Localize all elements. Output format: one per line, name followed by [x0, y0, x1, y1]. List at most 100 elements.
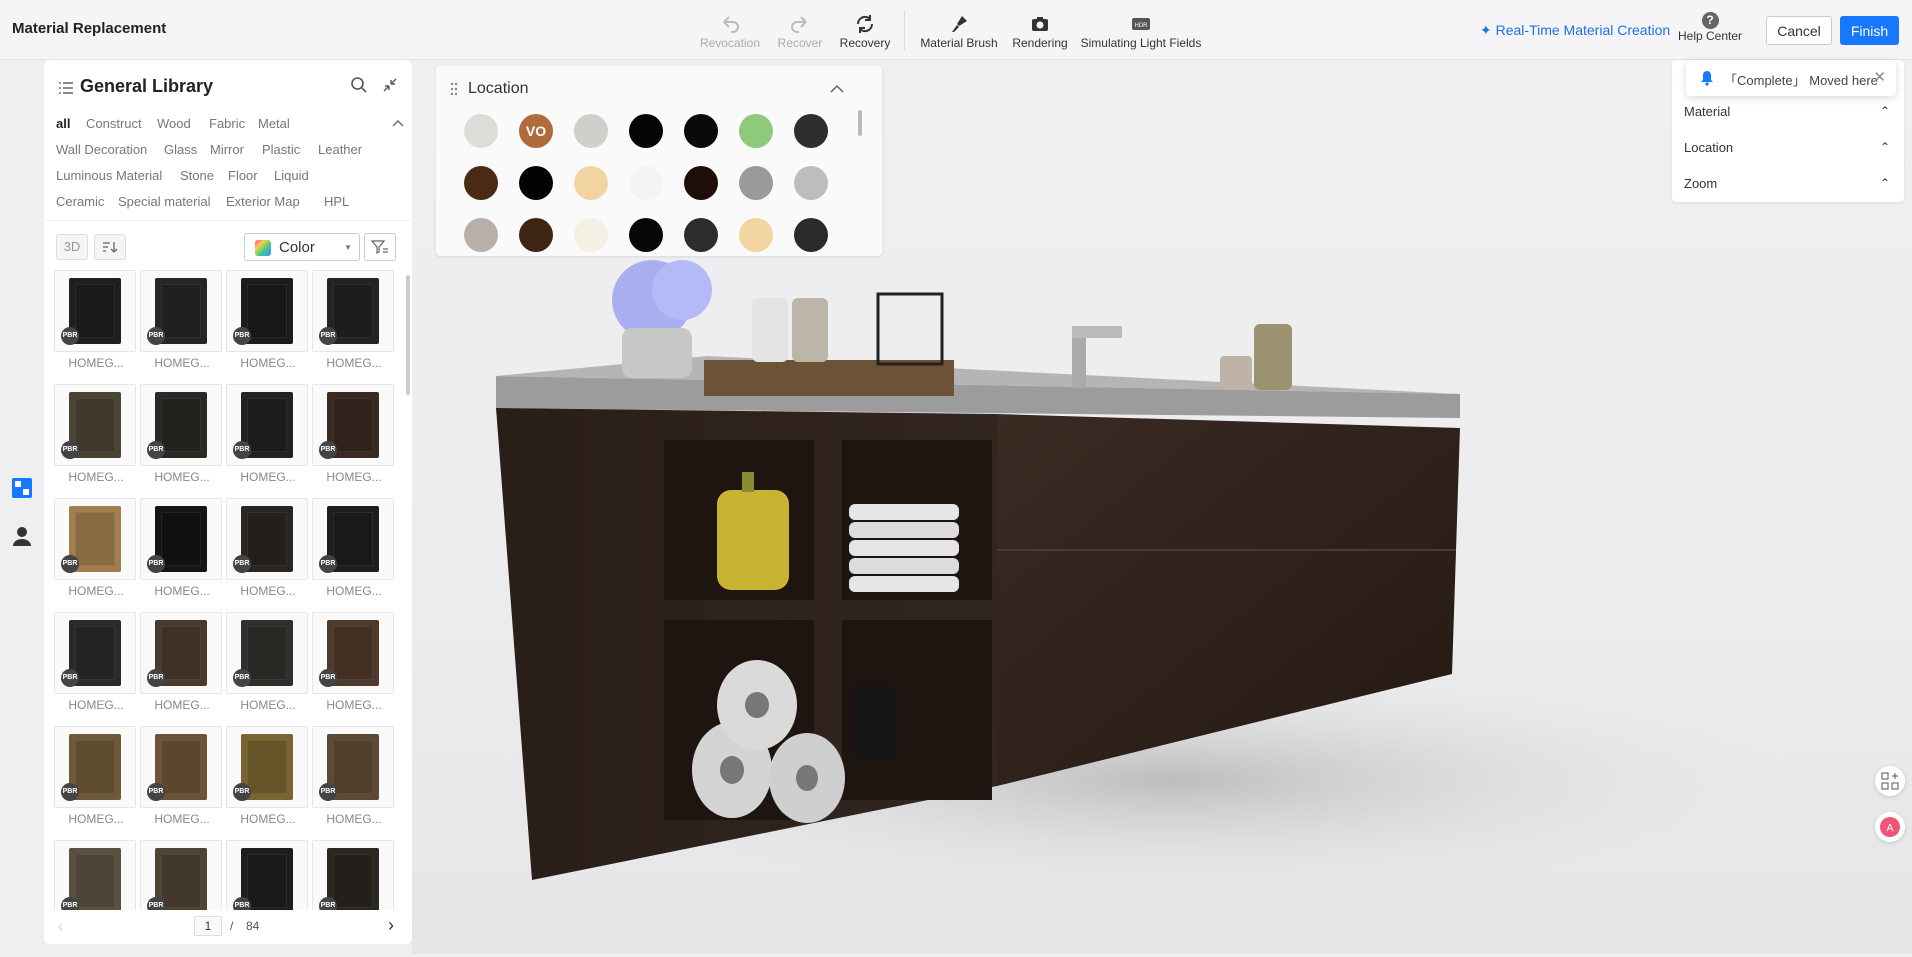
chevron-up-icon[interactable]: ⌃	[1880, 104, 1890, 118]
cancel-button[interactable]: Cancel	[1766, 16, 1832, 45]
category-metal[interactable]: Metal	[258, 116, 290, 131]
material-tile[interactable]: PBRHOMEG...	[312, 498, 396, 598]
location-section[interactable]: Location	[1684, 140, 1733, 155]
user-icon[interactable]	[10, 524, 34, 548]
pbr-badge: PBR	[61, 555, 79, 573]
category-construct[interactable]: Construct	[86, 116, 142, 131]
material-tile[interactable]: PBRHOMEG...	[226, 840, 310, 910]
category-wall-decoration[interactable]: Wall Decoration	[56, 142, 147, 157]
recovery-button[interactable]: Recovery	[820, 14, 910, 50]
simulating-light-fields-button[interactable]: HDR Simulating Light Fields	[1076, 14, 1206, 50]
color-filter-select[interactable]: Color ▼	[244, 233, 360, 261]
category-stone[interactable]: Stone	[180, 168, 214, 183]
category-wood[interactable]: Wood	[157, 116, 191, 131]
material-brush-button[interactable]: Material Brush	[914, 14, 1004, 50]
material-tile[interactable]: PBRHOMEG...	[54, 726, 138, 826]
material-tile[interactable]: PBRHOMEG...	[140, 498, 224, 598]
location-swatch[interactable]	[574, 114, 608, 148]
location-swatch[interactable]	[684, 166, 718, 200]
material-tile[interactable]: PBRHOMEG...	[140, 840, 224, 910]
collapse-icon[interactable]	[382, 77, 398, 93]
app-title: Material Replacement	[12, 20, 167, 37]
3d-toggle-button[interactable]: 3D	[56, 234, 88, 260]
location-swatch[interactable]	[629, 218, 663, 252]
chevron-up-icon[interactable]	[392, 118, 404, 128]
category-leather[interactable]: Leather	[318, 142, 362, 157]
search-icon[interactable]	[350, 76, 368, 94]
translate-button[interactable]: A	[1875, 812, 1905, 842]
category-exterior-map[interactable]: Exterior Map	[226, 194, 300, 209]
category-ceramic[interactable]: Ceramic	[56, 194, 104, 209]
location-swatch[interactable]	[574, 166, 608, 200]
category-all[interactable]: all	[56, 116, 70, 131]
location-swatch[interactable]	[519, 166, 553, 200]
category-special-material[interactable]: Special material	[118, 194, 211, 209]
material-tile[interactable]: PBRHOMEG...	[312, 384, 396, 484]
material-tile[interactable]: PBRHOMEG...	[54, 270, 138, 370]
soap-bottle	[717, 490, 789, 590]
location-swatch[interactable]	[464, 166, 498, 200]
material-tile[interactable]: PBRHOMEG...	[226, 270, 310, 370]
prev-page-icon[interactable]: ‹	[58, 918, 63, 934]
location-swatch[interactable]	[684, 114, 718, 148]
material-tile[interactable]: PBRHOMEG...	[312, 270, 396, 370]
category-floor[interactable]: Floor	[228, 168, 258, 183]
material-tile[interactable]: PBRHOMEG...	[312, 840, 396, 910]
material-tile[interactable]: PBRHOMEG...	[226, 384, 310, 484]
chevron-up-icon[interactable]: ⌃	[1880, 176, 1890, 190]
material-tile[interactable]: PBRHOMEG...	[140, 270, 224, 370]
pbr-badge: PBR	[319, 441, 337, 459]
chevron-up-icon[interactable]: ⌃	[1880, 140, 1890, 154]
location-swatch[interactable]	[684, 218, 718, 252]
material-tile[interactable]: PBRHOMEG...	[312, 726, 396, 826]
material-tile[interactable]: PBRHOMEG...	[54, 384, 138, 484]
material-tile[interactable]: PBRHOMEG...	[54, 498, 138, 598]
location-swatch[interactable]	[629, 166, 663, 200]
material-tile[interactable]: PBRHOMEG...	[140, 612, 224, 712]
location-swatch[interactable]	[794, 218, 828, 252]
category-liquid[interactable]: Liquid	[274, 168, 309, 183]
material-tile[interactable]: PBRHOMEG...	[312, 612, 396, 712]
location-swatch[interactable]	[739, 218, 773, 252]
material-tile[interactable]: PBRHOMEG...	[226, 612, 310, 712]
material-section[interactable]: Material	[1684, 104, 1730, 119]
category-plastic[interactable]: Plastic	[262, 142, 300, 157]
material-tile[interactable]: PBRHOMEG...	[140, 726, 224, 826]
library-grid-icon[interactable]	[10, 476, 34, 500]
rendering-button[interactable]: Rendering	[1000, 14, 1080, 50]
location-swatch[interactable]	[739, 114, 773, 148]
location-swatch[interactable]	[519, 218, 553, 252]
material-tile[interactable]: PBRHOMEG...	[226, 498, 310, 598]
location-swatch[interactable]: VO	[519, 114, 553, 148]
location-swatch[interactable]	[464, 114, 498, 148]
location-swatch[interactable]	[464, 218, 498, 252]
material-tile[interactable]: PBRHOMEG...	[226, 726, 310, 826]
material-tile[interactable]: PBRHOMEG...	[54, 612, 138, 712]
close-icon[interactable]: ✕	[1873, 68, 1886, 86]
zoom-section[interactable]: Zoom	[1684, 176, 1717, 191]
category-fabric[interactable]: Fabric	[209, 116, 245, 131]
material-tile[interactable]: PBRHOMEG...	[140, 384, 224, 484]
finish-button[interactable]: Finish	[1840, 16, 1899, 45]
realtime-material-link[interactable]: ✦ Real-Time Material Creation	[1480, 22, 1670, 39]
category-luminous-material[interactable]: Luminous Material	[56, 168, 162, 183]
location-swatch[interactable]	[794, 166, 828, 200]
category-hpl[interactable]: HPL	[324, 194, 349, 209]
next-page-icon[interactable]: ›	[388, 915, 394, 936]
help-center-button[interactable]: ? Help Center	[1670, 12, 1750, 43]
location-swatch[interactable]	[794, 114, 828, 148]
location-swatch[interactable]	[574, 218, 608, 252]
pbr-badge: PBR	[319, 555, 337, 573]
filter-button[interactable]	[364, 233, 396, 261]
library-scrollbar[interactable]	[406, 275, 410, 395]
pbr-badge: PBR	[233, 783, 251, 801]
apps-add-button[interactable]	[1875, 766, 1905, 796]
material-tile[interactable]: PBRHOMEG...	[54, 840, 138, 910]
location-swatch[interactable]	[739, 166, 773, 200]
location-swatch[interactable]	[629, 114, 663, 148]
swatch-scrollbar[interactable]	[858, 110, 862, 136]
category-mirror[interactable]: Mirror	[210, 142, 244, 157]
category-glass[interactable]: Glass	[164, 142, 197, 157]
page-number-input[interactable]: 1	[194, 916, 222, 936]
sort-button[interactable]	[94, 234, 126, 260]
